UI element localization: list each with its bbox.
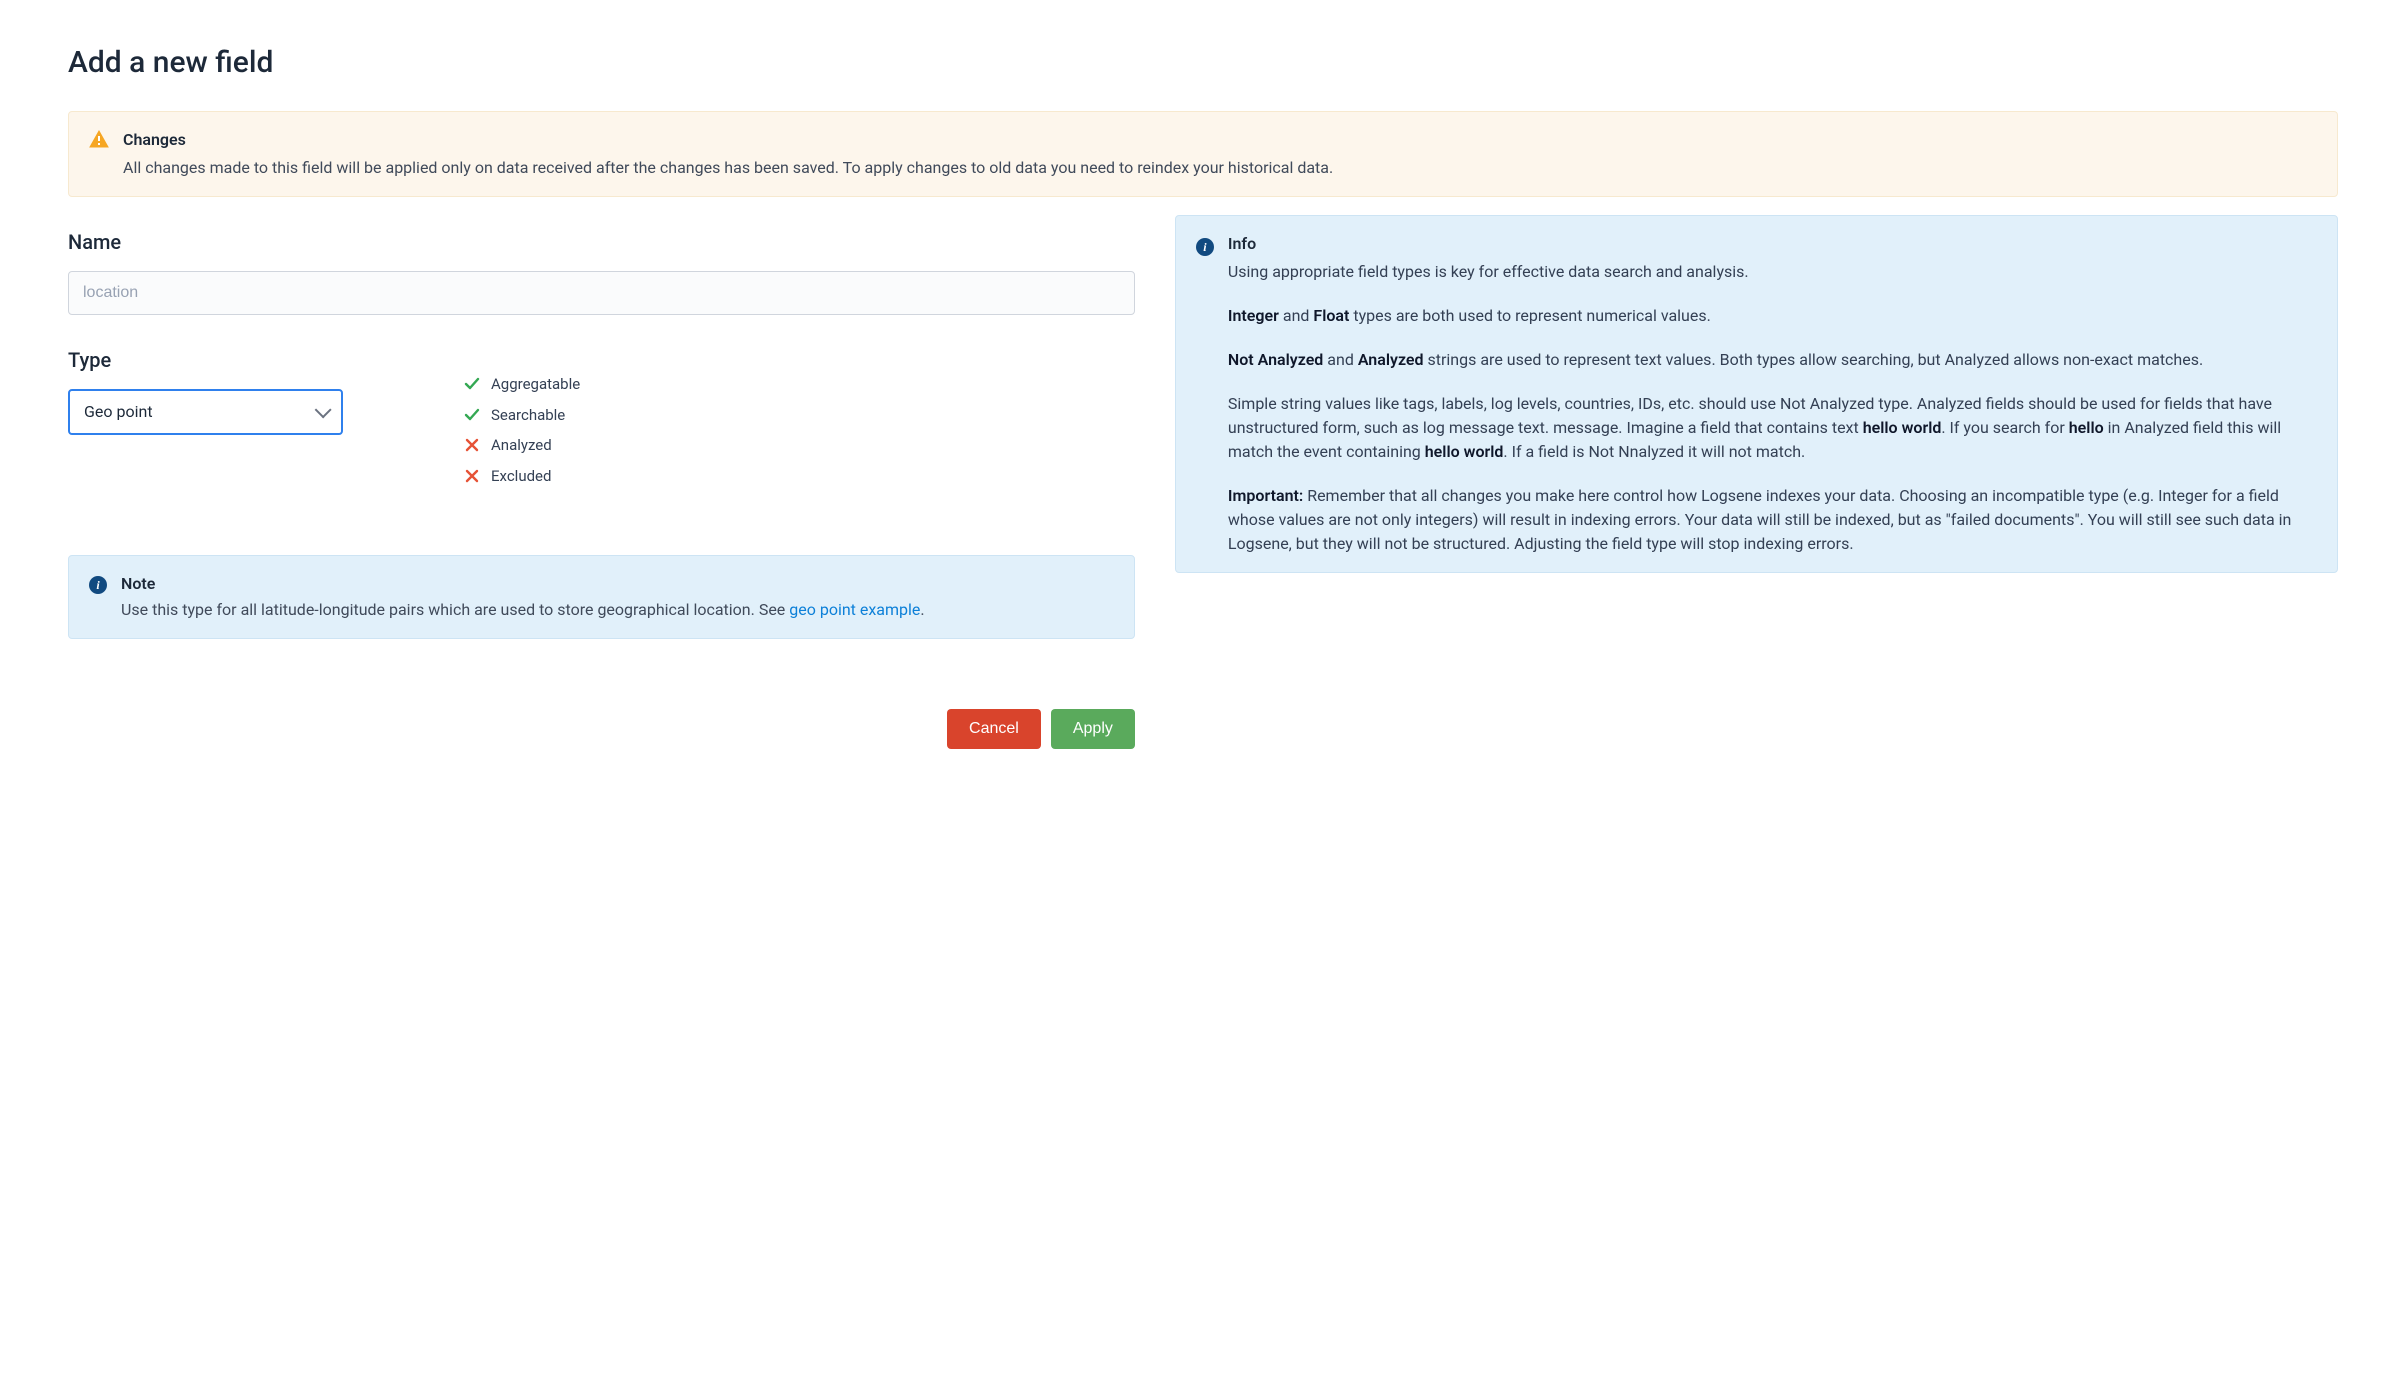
- note-body: Use this type for all latitude-longitude…: [121, 598, 925, 622]
- info-text: and: [1279, 306, 1314, 325]
- info-text: and: [1323, 350, 1358, 369]
- apply-button[interactable]: Apply: [1051, 709, 1135, 749]
- info-bold: Important:: [1228, 486, 1303, 505]
- info-p4: Simple string values like tags, labels, …: [1228, 392, 2317, 464]
- note-body-prefix: Use this type for all latitude-longitude…: [121, 600, 789, 619]
- note-body-suffix: .: [920, 600, 924, 619]
- changes-alert-title: Changes: [123, 128, 2317, 152]
- info-text: . If a field is Not Nnalyzed it will not…: [1503, 442, 1805, 461]
- attr-label: Searchable: [491, 404, 565, 427]
- name-label: Name: [68, 227, 1135, 257]
- cancel-button[interactable]: Cancel: [947, 709, 1041, 749]
- attr-searchable: Searchable: [463, 404, 580, 427]
- info-text: . If you search for: [1941, 418, 2068, 437]
- info-text: Remember that all changes you make here …: [1228, 486, 2291, 553]
- info-bold: Analyzed: [1358, 350, 1424, 369]
- attr-aggregatable: Aggregatable: [463, 373, 580, 396]
- name-input[interactable]: [68, 271, 1135, 315]
- type-label: Type: [68, 345, 1135, 375]
- attr-analyzed: Analyzed: [463, 434, 580, 457]
- info-icon: i: [89, 576, 107, 594]
- info-p3: Not Analyzed and Analyzed strings are us…: [1228, 348, 2317, 372]
- info-panel: i Info Using appropriate field types is …: [1175, 215, 2338, 573]
- warning-icon: [89, 130, 109, 148]
- check-icon: [463, 406, 481, 424]
- x-icon: [463, 436, 481, 454]
- x-icon: [463, 467, 481, 485]
- type-select[interactable]: Geo point: [68, 389, 343, 435]
- note-box: i Note Use this type for all latitude-lo…: [68, 555, 1135, 639]
- info-bold: hello: [2069, 418, 2104, 437]
- info-p2: Integer and Float types are both used to…: [1228, 304, 2317, 328]
- info-text: types are both used to represent numeric…: [1349, 306, 1710, 325]
- info-bold: hello world: [1425, 442, 1504, 461]
- check-icon: [463, 375, 481, 393]
- note-title: Note: [121, 572, 925, 596]
- chevron-down-icon: [315, 401, 332, 418]
- changes-alert: Changes All changes made to this field w…: [68, 111, 2338, 197]
- info-bold: Not Analyzed: [1228, 350, 1323, 369]
- info-p5: Important: Remember that all changes you…: [1228, 484, 2317, 556]
- attr-label: Aggregatable: [491, 373, 580, 396]
- info-bold: Integer: [1228, 306, 1279, 325]
- info-title: Info: [1228, 232, 2317, 256]
- type-attributes: Aggregatable Searchable Analyzed Exclude…: [463, 373, 580, 495]
- changes-alert-body: All changes made to this field will be a…: [123, 156, 2317, 180]
- attr-label: Analyzed: [491, 434, 552, 457]
- info-bold: Float: [1313, 306, 1349, 325]
- info-p1: Using appropriate field types is key for…: [1228, 260, 2317, 284]
- geo-point-example-link[interactable]: geo point example: [789, 600, 920, 619]
- type-select-value: Geo point: [84, 400, 153, 424]
- info-text: strings are used to represent text value…: [1424, 350, 2204, 369]
- attr-excluded: Excluded: [463, 465, 580, 488]
- info-icon: i: [1196, 238, 1214, 256]
- page-title: Add a new field: [68, 40, 2338, 85]
- info-bold: hello world: [1863, 418, 1942, 437]
- attr-label: Excluded: [491, 465, 551, 488]
